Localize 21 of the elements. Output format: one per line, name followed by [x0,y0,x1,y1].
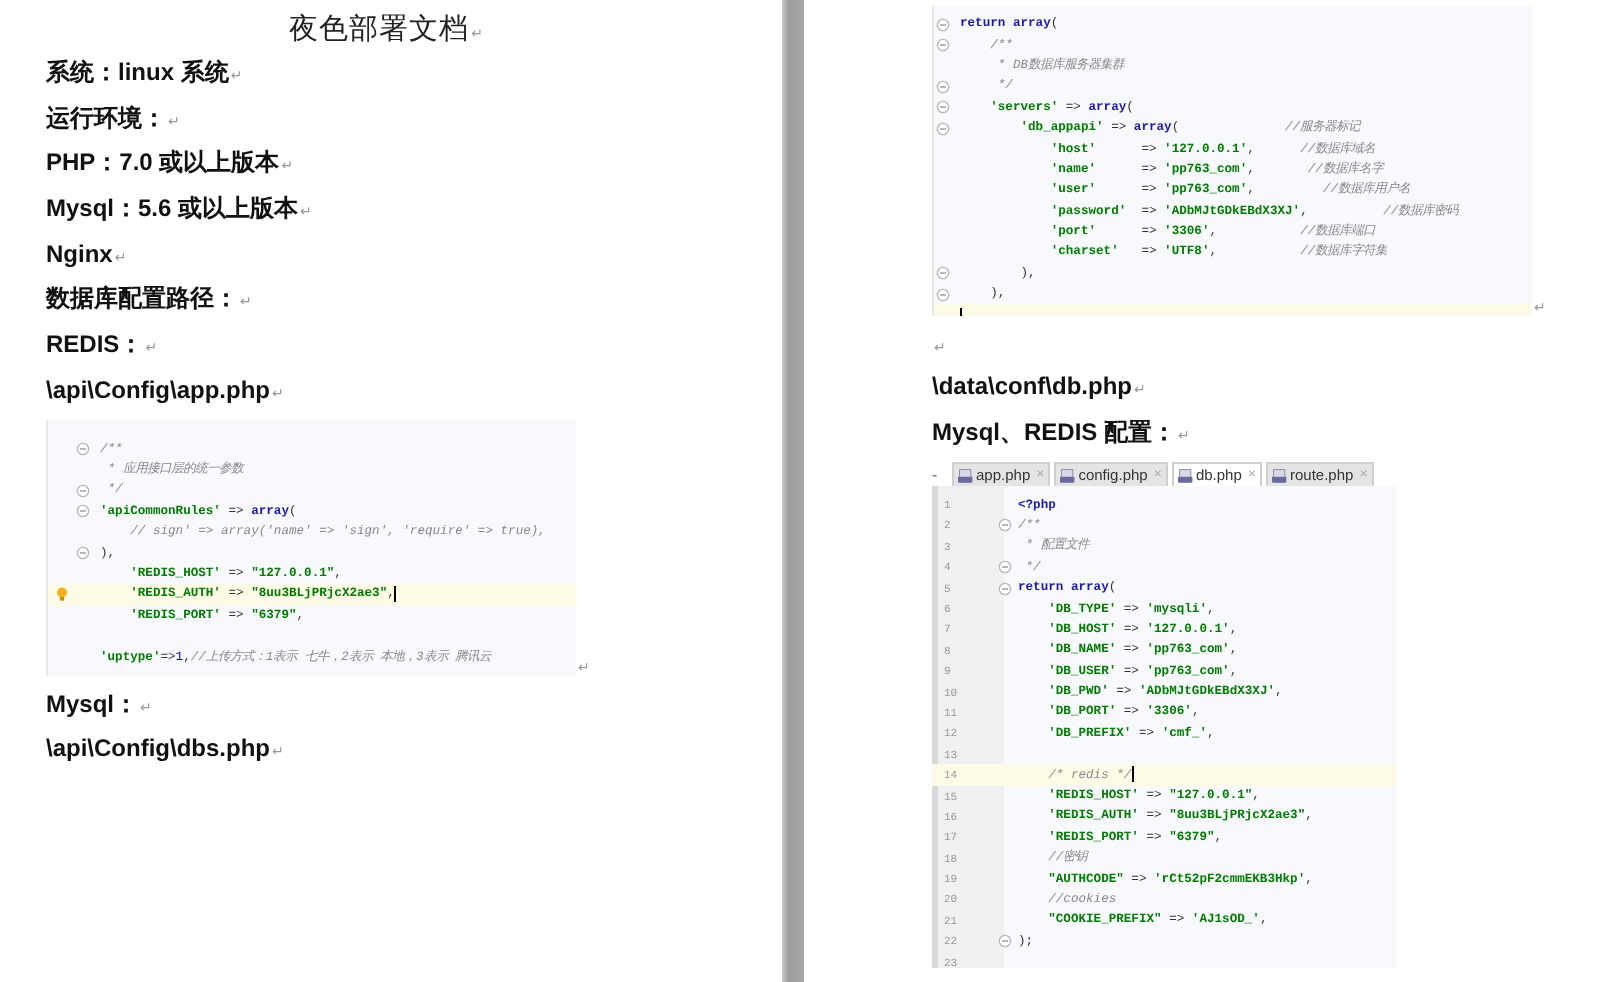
fold-icon[interactable] [936,100,950,115]
fold-icon[interactable] [76,442,90,457]
fold-icon[interactable] [76,504,90,519]
fold-icon[interactable] [998,518,1012,533]
collapse-button[interactable]: - [932,465,948,484]
fold-icon[interactable] [936,287,950,302]
fold-icon[interactable] [936,79,950,94]
fold-icon[interactable] [998,934,1012,949]
php-file-icon [1177,467,1194,484]
fold-icon[interactable] [76,546,90,561]
lightbulb-icon[interactable] [55,586,67,603]
fold-icon[interactable] [998,581,1012,596]
fold-icon[interactable] [936,121,950,136]
php-file-icon [1271,467,1288,484]
fold-icon[interactable] [998,560,1012,575]
php-file-icon [958,467,974,484]
fold-icon[interactable] [936,266,950,281]
php-file-icon [1060,467,1077,484]
fold-icon[interactable] [76,483,90,498]
fold-icon[interactable] [936,38,950,53]
fold-icon[interactable] [936,17,950,32]
